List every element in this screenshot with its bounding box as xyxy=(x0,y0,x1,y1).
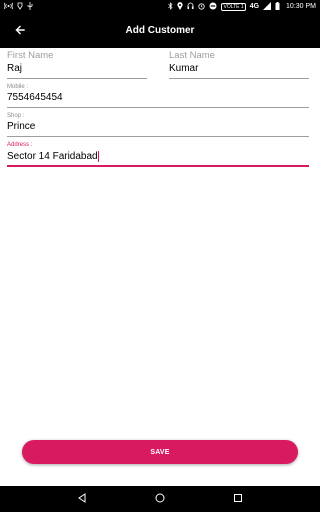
status-bar: VOLTE 1 4G 10:30 PM xyxy=(0,0,320,13)
first-name-label: First Name xyxy=(7,50,54,61)
address-underline xyxy=(7,165,309,167)
page-title: Add Customer xyxy=(125,25,195,36)
nav-recents-button[interactable] xyxy=(228,489,248,509)
notification-icon xyxy=(17,2,23,12)
last-name-label: Last Name xyxy=(169,50,215,61)
shop-label: Shop : xyxy=(7,113,25,119)
app-bar: Add Customer xyxy=(0,13,320,48)
system-nav-bar xyxy=(0,486,320,512)
do-not-disturb-icon xyxy=(209,2,217,12)
location-icon xyxy=(177,1,184,12)
address-label: Address : xyxy=(7,142,33,148)
shop-field: Shop : xyxy=(7,112,309,137)
nav-home-button[interactable] xyxy=(150,489,170,509)
bluetooth-icon xyxy=(168,1,173,12)
address-input[interactable]: Sector 14 Faridabad xyxy=(7,149,309,163)
mobile-input[interactable] xyxy=(7,91,309,105)
headset-icon xyxy=(187,2,194,12)
alarm-icon xyxy=(198,2,206,12)
save-button[interactable]: SAVE xyxy=(22,440,298,464)
arrow-back-icon xyxy=(15,22,25,40)
triangle-back-icon xyxy=(77,490,87,508)
address-value: Sector 14 Faridabad xyxy=(7,150,98,162)
network-type: 4G xyxy=(249,3,260,10)
name-row: First Name Last Name xyxy=(7,50,313,79)
shop-underline xyxy=(7,136,309,137)
first-name-input[interactable] xyxy=(7,62,147,76)
last-name-underline xyxy=(169,78,309,79)
last-name-field: Last Name xyxy=(169,50,309,79)
first-name-field: First Name xyxy=(7,50,147,79)
battery-icon xyxy=(275,1,280,12)
signal-icon xyxy=(263,1,272,12)
back-button[interactable] xyxy=(0,13,40,48)
mobile-label: Mobile : xyxy=(7,84,29,90)
customer-form: First Name Last Name Mobile : Shop : Add… xyxy=(7,50,313,167)
square-recents-icon xyxy=(233,490,243,508)
last-name-input[interactable] xyxy=(169,62,309,76)
circle-home-icon xyxy=(155,490,165,508)
usb-icon xyxy=(27,1,33,12)
status-time: 10:30 PM xyxy=(286,3,316,10)
volte-badge: VOLTE 1 xyxy=(221,2,246,11)
mobile-field: Mobile : xyxy=(7,83,309,108)
status-right-icons: VOLTE 1 4G 10:30 PM xyxy=(168,1,316,12)
status-left-icons xyxy=(3,1,33,12)
text-cursor xyxy=(97,150,99,162)
address-field: Address : Sector 14 Faridabad xyxy=(7,141,309,167)
first-name-underline xyxy=(7,78,147,79)
nav-back-button[interactable] xyxy=(72,489,92,509)
hotspot-icon xyxy=(3,2,14,12)
shop-input[interactable] xyxy=(7,120,309,134)
mobile-underline xyxy=(7,107,309,108)
